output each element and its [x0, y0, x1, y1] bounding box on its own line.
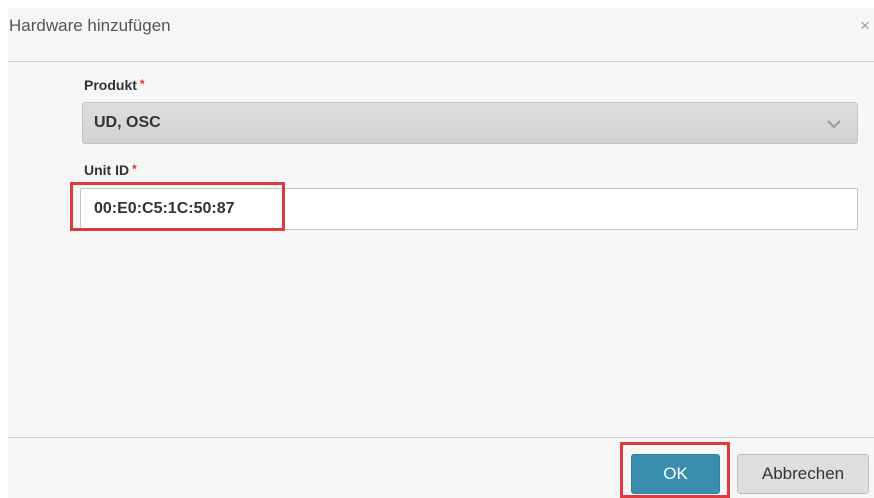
product-select-value: UD, OSC [94, 114, 161, 131]
chevron-down-icon [827, 120, 841, 129]
unit-id-input[interactable] [80, 188, 858, 230]
product-label: Produkt * [84, 77, 145, 93]
dialog-title: Hardware hinzufügen [9, 16, 171, 35]
dialog-header: Hardware hinzufügen × [8, 8, 874, 61]
product-select[interactable]: UD, OSC [82, 102, 858, 144]
close-icon[interactable]: × [860, 16, 874, 36]
ok-button[interactable]: OK [631, 454, 720, 494]
unit-id-required-mark: * [132, 162, 137, 176]
footer-divider [8, 437, 874, 438]
cancel-button[interactable]: Abbrechen [737, 454, 869, 494]
product-required-mark: * [139, 77, 145, 91]
unit-id-label: Unit ID * [84, 162, 137, 178]
header-divider [8, 61, 874, 62]
unit-id-label-text: Unit ID [84, 162, 130, 178]
add-hardware-dialog: Hardware hinzufügen × Produkt * UD, OSC U… [8, 8, 874, 498]
product-label-text: Produkt [84, 77, 137, 93]
